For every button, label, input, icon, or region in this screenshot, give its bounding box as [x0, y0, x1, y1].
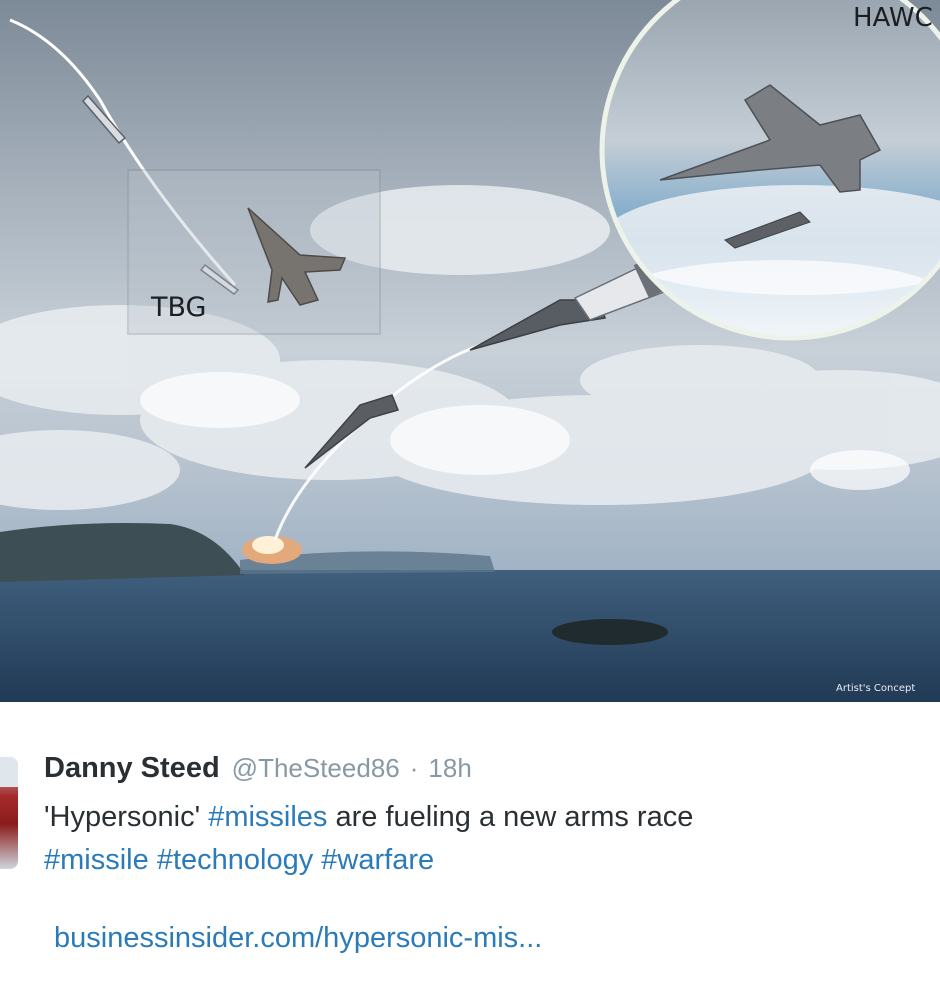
hashtag-warfare[interactable]: #warfare	[321, 844, 434, 876]
author-name[interactable]: Danny Steed	[44, 752, 220, 785]
text-part: 'Hypersonic'	[44, 801, 209, 833]
separator-dot: ·	[409, 753, 419, 783]
tweet-text: 'Hypersonic' #missiles are fueling a new…	[44, 796, 924, 882]
hawc-label: HAWC	[853, 3, 933, 33]
article-link[interactable]: businessinsider.com/hypersonic-mis...	[54, 922, 542, 955]
timestamp[interactable]: 18h	[428, 753, 471, 784]
text-part: are fueling a new arms race	[327, 801, 694, 833]
hashtag-technology[interactable]: #technology	[157, 844, 313, 876]
artist-concept-caption: Artist's Concept	[836, 683, 916, 694]
author-handle[interactable]: @TheSteed86	[232, 753, 400, 784]
tweet-image[interactable]: TBG HAWC Artist's Concept	[0, 0, 940, 702]
tbg-label: TBG	[151, 292, 207, 323]
hashtag-missile[interactable]: #missile	[44, 844, 149, 876]
avatar[interactable]	[0, 757, 18, 869]
tweet-header: Danny Steed @TheSteed86 · 18h	[44, 752, 472, 792]
hashtag-missiles[interactable]: #missiles	[208, 801, 327, 833]
